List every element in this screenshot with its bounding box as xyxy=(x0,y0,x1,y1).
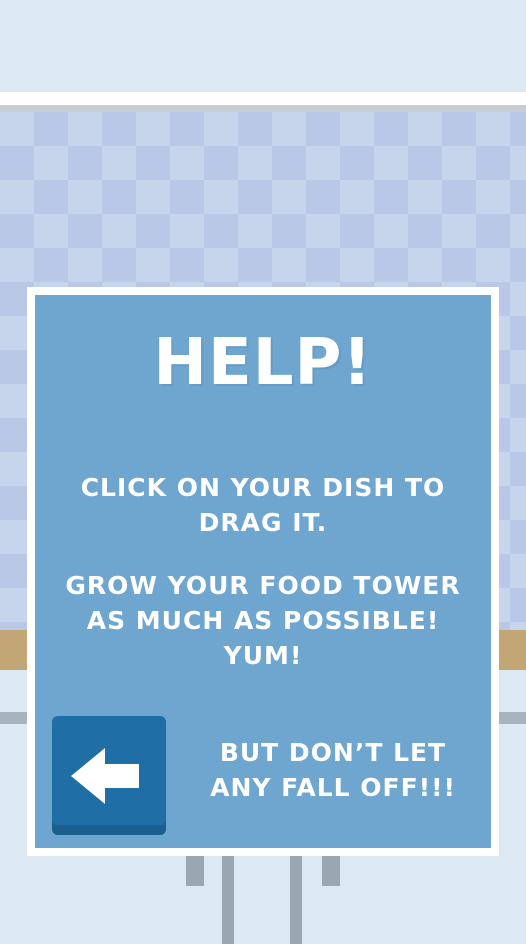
sky-background xyxy=(0,0,526,92)
table-leg xyxy=(222,856,234,944)
counter-edge-left xyxy=(0,712,30,724)
help-title: HELP! xyxy=(153,326,373,400)
instruction-drag: Click on your dish to drag it. xyxy=(80,473,446,537)
table-leg xyxy=(186,856,204,886)
help-dialog: HELP! Click on your dish to drag it. Gro… xyxy=(27,287,499,856)
instruction-grow: Grow your food tower as much as possible… xyxy=(65,571,461,670)
back-button[interactable] xyxy=(52,716,166,835)
table-leg xyxy=(290,856,302,944)
arrow-left-icon xyxy=(71,748,139,804)
table-leg xyxy=(322,856,340,886)
counter-edge-right xyxy=(496,712,526,724)
shelf-strip xyxy=(0,92,526,112)
help-dialog-body: HELP! Click on your dish to drag it. Gro… xyxy=(35,295,491,848)
instruction-dont-fall: But don’t let any fall off!!! xyxy=(210,738,456,802)
